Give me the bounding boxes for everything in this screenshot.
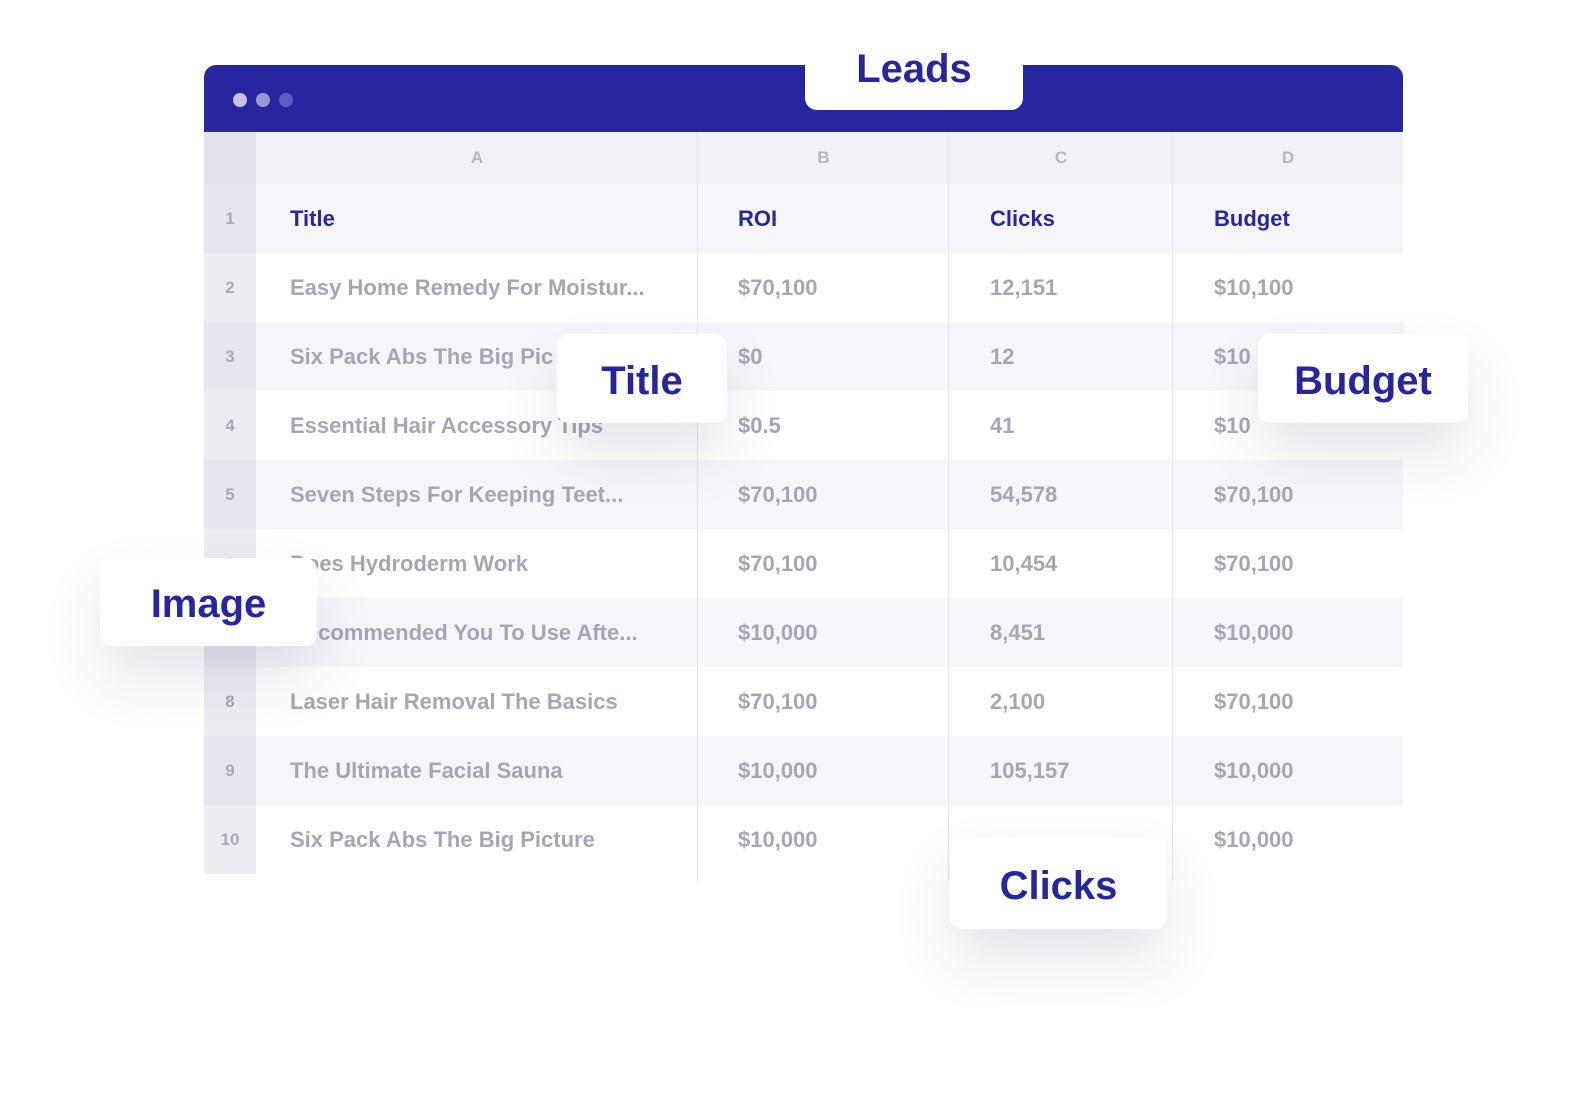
column-header-c[interactable]: C xyxy=(949,132,1173,184)
table-row: 4 Essential Hair Accessory Tips $0.5 41 $10 xyxy=(204,391,1403,460)
cell-roi[interactable]: $70,100 xyxy=(738,529,938,598)
cell-roi[interactable]: $0 xyxy=(738,322,938,391)
table-row: 3 Six Pack Abs The Big Pic $0 12 $10 xyxy=(204,322,1403,391)
cell-clicks[interactable]: 12 xyxy=(990,322,1190,391)
cell-roi[interactable]: $70,100 xyxy=(738,460,938,529)
cell-budget[interactable]: $10,000 xyxy=(1214,805,1394,874)
title-tag: Title xyxy=(557,334,727,423)
cell-title[interactable]: Easy Home Remedy For Moistur... xyxy=(290,253,690,322)
column-header-b[interactable]: B xyxy=(698,132,949,184)
cell-roi[interactable]: $0.5 xyxy=(738,391,938,460)
leads-tag: Leads xyxy=(805,28,1023,110)
cell-title[interactable]: Recommended You To Use Afte... xyxy=(290,598,690,667)
row-number[interactable]: 9 xyxy=(204,736,256,805)
header-cell-title[interactable]: Title xyxy=(290,184,690,253)
column-header-a[interactable]: A xyxy=(256,132,698,184)
cell-roi[interactable]: $10,000 xyxy=(738,805,938,874)
column-header-row: A B C D xyxy=(204,132,1403,184)
column-divider xyxy=(697,132,698,881)
header-cell-budget[interactable]: Budget xyxy=(1214,184,1394,253)
cell-clicks[interactable]: 12,151 xyxy=(990,253,1190,322)
cell-clicks[interactable]: 10,454 xyxy=(990,529,1190,598)
table-row: 8 Laser Hair Removal The Basics $70,100 2,1… xyxy=(204,667,1403,736)
cell-title[interactable]: Seven Steps For Keeping Teet... xyxy=(290,460,690,529)
minimize-dot-icon[interactable] xyxy=(256,93,270,107)
cell-roi[interactable]: $70,100 xyxy=(738,667,938,736)
table-row: 6Does Hydroderm Work$70,10010,454$70,100 xyxy=(204,529,1403,598)
cell-title[interactable]: Six Pack Abs The Big Picture xyxy=(290,805,690,874)
table-row: 5 Seven Steps For Keeping Teet... $70,100 5… xyxy=(204,460,1403,529)
clicks-tag: Clicks xyxy=(950,837,1167,929)
window-titlebar xyxy=(204,65,1403,132)
row-number[interactable]: 5 xyxy=(204,460,256,529)
cell-budget[interactable]: $70,100 xyxy=(1214,667,1394,736)
cell-roi[interactable]: $70,100 xyxy=(738,253,938,322)
column-divider xyxy=(948,132,949,881)
cell-title[interactable]: Laser Hair Removal The Basics xyxy=(290,667,690,736)
table-row: 9 The Ultimate Facial Sauna $10,000 105,157… xyxy=(204,736,1403,805)
cell-budget[interactable]: $10,000 xyxy=(1214,598,1394,667)
table-row: 7Recommended You To Use Afte...$10,0008,… xyxy=(204,598,1403,667)
image-tag: Image xyxy=(100,558,317,646)
cell-budget[interactable]: $10,000 xyxy=(1214,736,1394,805)
cell-budget[interactable]: $70,100 xyxy=(1214,460,1394,529)
cell-clicks[interactable]: 2,100 xyxy=(990,667,1190,736)
table-row: 2 Easy Home Remedy For Moistur... $70,100 1… xyxy=(204,253,1403,322)
cell-title[interactable]: Does Hydroderm Work xyxy=(290,529,690,598)
cell-clicks[interactable]: 105,157 xyxy=(990,736,1190,805)
maximize-dot-icon[interactable] xyxy=(279,93,293,107)
select-all-corner[interactable] xyxy=(204,132,256,184)
column-header-d[interactable]: D xyxy=(1173,132,1403,184)
row-number[interactable]: 10 xyxy=(204,805,256,874)
cell-clicks[interactable]: 54,578 xyxy=(990,460,1190,529)
header-cell-roi[interactable]: ROI xyxy=(738,184,938,253)
cell-clicks[interactable]: 41 xyxy=(990,391,1190,460)
header-cell-clicks[interactable]: Clicks xyxy=(990,184,1190,253)
cell-budget[interactable]: $10,100 xyxy=(1214,253,1394,322)
table-row: 10 Six Pack Abs The Big Picture $10,000 $10… xyxy=(204,805,1403,874)
row-number[interactable]: 4 xyxy=(204,391,256,460)
row-number[interactable]: 1 xyxy=(204,184,256,253)
cell-title[interactable]: The Ultimate Facial Sauna xyxy=(290,736,690,805)
header-row: 1 Title ROI Clicks Budget xyxy=(204,184,1403,253)
cell-roi[interactable]: $10,000 xyxy=(738,736,938,805)
cell-roi[interactable]: $10,000 xyxy=(738,598,938,667)
column-divider xyxy=(1172,132,1173,881)
cell-budget[interactable]: $70,100 xyxy=(1214,529,1394,598)
budget-tag: Budget xyxy=(1258,334,1468,423)
cell-clicks[interactable]: 8,451 xyxy=(990,598,1190,667)
close-dot-icon[interactable] xyxy=(233,93,247,107)
spreadsheet-window: A B C D 1 Title ROI Clicks Budget 2 Easy … xyxy=(204,65,1403,881)
row-number[interactable]: 2 xyxy=(204,253,256,322)
row-number[interactable]: 8 xyxy=(204,667,256,736)
row-number[interactable]: 3 xyxy=(204,322,256,391)
